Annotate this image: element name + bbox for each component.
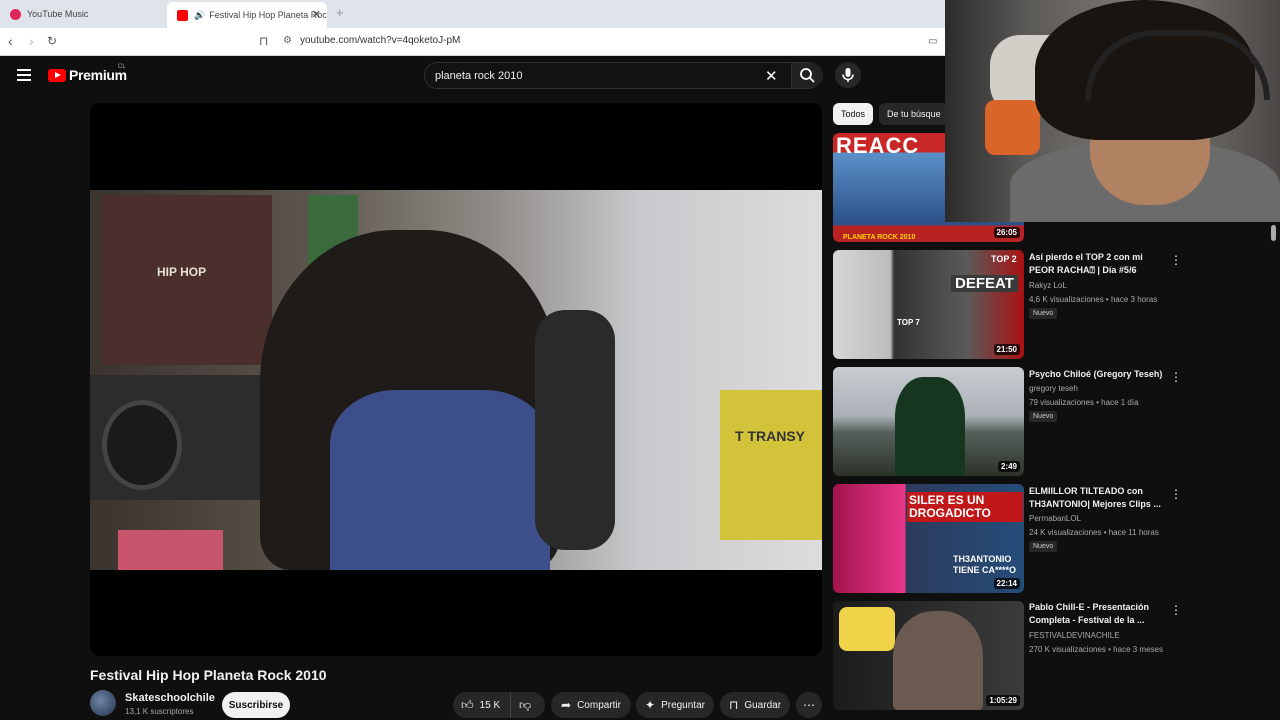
reload-icon[interactable]: ↻	[47, 34, 57, 48]
thumb-text: SILER ES UN DROGADICTO	[907, 492, 1023, 522]
ask-button[interactable]: ✦ Preguntar	[636, 692, 714, 718]
hamburger-menu-icon[interactable]	[17, 69, 31, 81]
screen-cast-icon[interactable]: ▭	[928, 36, 937, 47]
clear-search-icon[interactable]: ✕	[765, 67, 778, 85]
youtube-music-favicon-icon	[10, 8, 21, 20]
hip-hop-poster: HIP HOP	[102, 195, 272, 365]
filter-chips: Todos De tu búsque	[833, 103, 955, 125]
new-badge: Nuevo	[1029, 411, 1058, 422]
thumbs-down-icon[interactable]: 👎︎	[511, 698, 531, 713]
search-input[interactable]: planeta rock 2010	[435, 70, 522, 82]
thumb-subtext: PLANETA ROCK 2010	[843, 234, 916, 241]
channel-avatar[interactable]	[90, 690, 116, 716]
recommendation-thumbnail[interactable]: SILER ES UN DROGADICTO TH3ANTONIO TIENE …	[833, 484, 1024, 593]
search-icon	[800, 68, 815, 83]
yellow-shirt-person: T TRANSY	[720, 390, 822, 540]
studio-microphone	[535, 310, 615, 550]
share-button[interactable]: ➦ Compartir	[551, 692, 631, 718]
recommendation-meta: 270 K visualizaciones • hace 3 meses	[1029, 645, 1163, 654]
more-options-icon[interactable]: ⋮	[1170, 603, 1182, 617]
speaker-icon[interactable]: 🔊	[194, 10, 205, 21]
thumb-subtext: TH3ANTONIO TIENE CA****O	[953, 554, 1017, 575]
recommendation-thumbnail[interactable]: DEFEAT TOP 2 TOP 7 21:50	[833, 250, 1024, 359]
close-tab-icon[interactable]: ✕	[312, 8, 321, 21]
tab-festival-hip-hop[interactable]: 🔊 Festival Hip Hop Planeta Rock ✕	[167, 2, 327, 28]
recommendation-channel[interactable]: PermabanLOL	[1029, 514, 1081, 523]
youtube-header: Premium CL planeta rock 2010 ✕	[0, 56, 945, 96]
recommendation-channel[interactable]: gregory teseh	[1029, 384, 1078, 393]
youtube-premium-logo[interactable]: Premium CL	[48, 64, 127, 83]
bookmark-icon: ⊓	[728, 698, 739, 712]
thumb-subtext: TOP 7	[897, 318, 920, 327]
url-text: youtube.com/watch?v=4qoketoJ-pM	[299, 35, 461, 46]
browser-tab-bar: YouTube Music 🔊 Festival Hip Hop Planeta…	[0, 0, 945, 28]
search-button[interactable]	[791, 63, 823, 88]
tab-youtube-music[interactable]: YouTube Music	[0, 0, 165, 28]
back-arrow-icon[interactable]: ‹	[8, 33, 13, 49]
video-frame: HIP HOP T TRANSY	[90, 190, 822, 570]
video-title: Festival Hip Hop Planeta Rock 2010	[90, 667, 327, 683]
thumbs-up-icon: 👍︎	[461, 697, 474, 712]
more-options-icon[interactable]: ⋮	[1170, 487, 1182, 501]
thumb-subtext: TOP 2	[991, 254, 1017, 264]
duration-badge: 1:05:29	[986, 695, 1020, 706]
scrollbar-thumb[interactable]	[1271, 225, 1276, 241]
country-code: CL	[118, 64, 126, 70]
recommendation-meta: 4,6 K visualizaciones • hace 3 horas	[1029, 295, 1158, 304]
webcam-overlay	[945, 0, 1280, 222]
recommendation-title[interactable]: Pablo Chill-E - Presentación Completa - …	[1029, 601, 1164, 627]
recommendation-title[interactable]: Psycho Chiloé (Gregory Teseh)	[1029, 368, 1164, 381]
recommendation-title[interactable]: ELMIILLOR TILTEADO con TH3ANTONIO| Mejor…	[1029, 485, 1164, 511]
more-dots-icon: ⋯	[803, 698, 815, 712]
more-options-icon[interactable]: ⋮	[1170, 253, 1182, 267]
subscriber-count: 13,1 K suscriptores	[125, 707, 194, 716]
new-badge: Nuevo	[1029, 541, 1058, 552]
more-options-icon[interactable]: ⋮	[1170, 370, 1182, 384]
like-button[interactable]: 👍︎ 15 K	[453, 692, 511, 718]
voice-search-button[interactable]	[835, 62, 861, 88]
new-tab-button[interactable]: +	[336, 5, 344, 20]
festival-logo	[839, 607, 895, 651]
recommendation-meta: 79 visualizaciones • hace 1 día	[1029, 398, 1139, 407]
subscribe-button[interactable]: Suscribirse	[222, 692, 290, 718]
youtube-play-logo-icon	[48, 68, 66, 82]
share-arrow-icon: ➦	[561, 698, 572, 712]
video-player[interactable]: HIP HOP T TRANSY	[90, 103, 822, 656]
microphone-icon	[842, 68, 854, 82]
channel-name[interactable]: Skateschoolchile	[125, 692, 215, 704]
recommendation-channel[interactable]: Rakyz LoL	[1029, 281, 1067, 290]
forward-arrow-icon[interactable]: ›	[29, 33, 34, 49]
tab-label: YouTube Music	[27, 9, 89, 19]
url-field[interactable]: ⚙ youtube.com/watch?v=4qoketoJ-pM	[283, 35, 460, 46]
bookmark-icon[interactable]: ⊓	[259, 34, 268, 48]
duration-badge: 2:49	[997, 461, 1020, 472]
site-info-icon[interactable]: ⚙	[283, 35, 292, 46]
sparkle-icon: ✦	[645, 698, 656, 712]
search-box[interactable]: planeta rock 2010 ✕	[424, 62, 823, 89]
chip-todos[interactable]: Todos	[833, 103, 874, 125]
duration-badge: 22:14	[993, 578, 1020, 589]
share-label: Compartir	[577, 699, 621, 711]
address-bar-row: ‹ › ↻ ⊓ ⚙ youtube.com/watch?v=4qoketoJ-pM…	[0, 28, 945, 56]
like-dislike-group: 👍︎ 15 K 👎︎	[453, 692, 545, 718]
recommendation-meta: 24 K visualizaciones • hace 11 horas	[1029, 528, 1159, 537]
thumb-text: DEFEAT	[951, 275, 1018, 292]
recommendation-thumbnail[interactable]: 1:05:29	[833, 601, 1024, 710]
recommendation-channel[interactable]: FESTIVALDEVINACHILE	[1029, 631, 1120, 640]
recommendation-thumbnail[interactable]: 2:49	[833, 367, 1024, 476]
ask-label: Preguntar	[661, 699, 705, 711]
like-count: 15 K	[479, 699, 501, 711]
save-button[interactable]: ⊓ Guardar	[720, 692, 790, 718]
more-actions-button[interactable]: ⋯	[796, 692, 822, 718]
youtube-favicon-icon	[177, 9, 188, 21]
screen: YouTube Music 🔊 Festival Hip Hop Planeta…	[0, 0, 1280, 720]
thumb-text: REACC	[836, 133, 920, 158]
duration-badge: 21:50	[993, 344, 1020, 355]
recommendation-title[interactable]: Así pierdo el TOP 2 con mi PEOR RACHA⍰ |…	[1029, 251, 1164, 277]
new-badge: Nuevo	[1029, 308, 1058, 319]
save-label: Guardar	[744, 699, 782, 711]
duration-badge: 26:05	[993, 227, 1020, 238]
chip-de-tu-busqueda[interactable]: De tu búsque	[879, 103, 949, 125]
tab-label: Festival Hip Hop Planeta Rock	[209, 10, 327, 20]
